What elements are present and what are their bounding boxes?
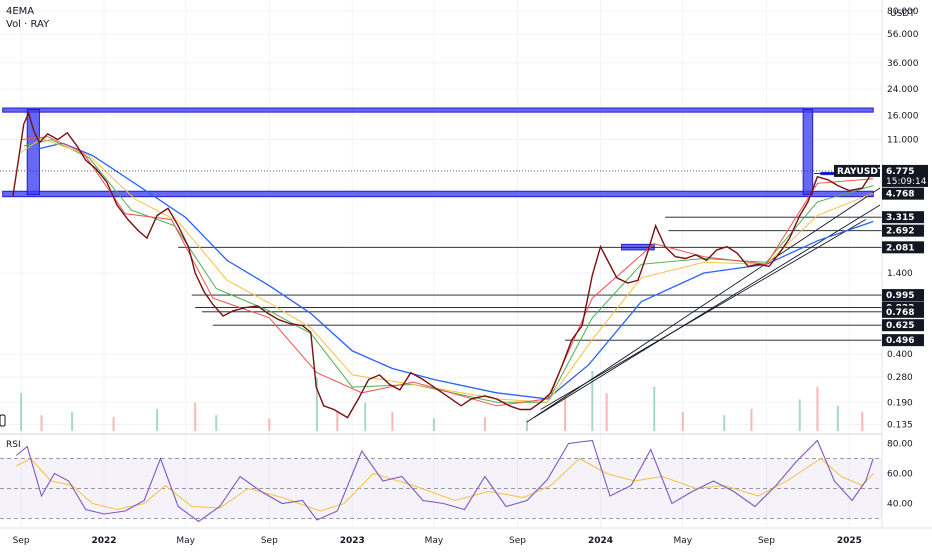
volume-bar <box>836 405 839 431</box>
time-axis-label: Sep <box>758 536 775 546</box>
rsi-axis-label: 60.00 <box>887 470 913 480</box>
time-axis-label: 2024 <box>588 536 613 546</box>
volume-bar <box>723 415 726 431</box>
volume-bar <box>483 417 486 431</box>
price-tag-label: 0.496 <box>886 336 914 346</box>
time-axis-label: Sep <box>13 536 30 546</box>
time-axis-label: 2025 <box>837 536 862 546</box>
volume-bar <box>816 386 819 431</box>
price-tag-label: 2.692 <box>886 227 914 237</box>
price-axis-label: 0.280 <box>887 373 913 383</box>
volume-bar <box>564 396 567 431</box>
indicator-label[interactable]: 4EMA <box>6 6 34 17</box>
time-axis-label: Sep <box>261 536 278 546</box>
volume-bar <box>605 393 608 431</box>
price-axis-label: 56.000 <box>887 30 919 40</box>
volume-bar <box>215 415 218 431</box>
volume-bar <box>20 393 23 431</box>
time-axis-label: May <box>176 536 195 546</box>
time-axis-label: May <box>425 536 444 546</box>
volume-bar <box>391 412 394 431</box>
price-axis-label: 1.400 <box>887 269 913 279</box>
volume-bar <box>681 412 684 431</box>
volume-bar <box>156 408 159 431</box>
price-axis-label: 0.400 <box>887 350 913 360</box>
rsi-axis-label: 40.00 <box>887 500 913 510</box>
price-axis-label: 36.000 <box>887 59 919 69</box>
symbol-tag-label: RAYUSDT <box>837 167 885 177</box>
trading-chart[interactable]: 80.000 56.000 36.000 24.000 16.000 11.000 1.40… <box>0 0 932 550</box>
volume-bar <box>40 415 43 431</box>
price-tag-label: 3.315 <box>886 213 914 223</box>
price-tag-label: 2.081 <box>886 243 914 253</box>
volume-bar <box>336 412 339 431</box>
volume-bar <box>432 418 435 431</box>
volume-bar <box>194 402 197 431</box>
volume-bar <box>112 417 115 431</box>
volume-label[interactable]: Vol · RAY <box>6 19 50 30</box>
time-axis-label: Sep <box>509 536 526 546</box>
price-axis-label: 0.190 <box>887 398 913 408</box>
price-tag-label: 0.995 <box>886 291 914 301</box>
zone-rect <box>2 190 874 198</box>
time-axis-label: May <box>673 536 692 546</box>
rsi-label[interactable]: RSI <box>6 440 21 450</box>
zone-rect <box>2 107 874 113</box>
volume-bar <box>861 412 864 431</box>
time-axis-label: 2022 <box>92 536 117 546</box>
price-tag-label: 4.768 <box>886 190 914 200</box>
rsi-axis-label: 80.00 <box>887 440 913 450</box>
price-axis-label: 16.000 <box>887 111 919 121</box>
volume-bar <box>750 408 753 431</box>
price-axis-label: 24.000 <box>887 85 919 95</box>
price-tag-label: 0.625 <box>886 321 914 331</box>
volume-bar <box>798 399 801 431</box>
zone-rect <box>26 108 40 196</box>
price-axis-label: 11.000 <box>887 136 919 146</box>
volume-bar <box>653 386 656 431</box>
price-chart-svg[interactable]: 80.00056.00036.00024.00016.00011.0001.40… <box>0 0 932 550</box>
currency-label[interactable]: USDT <box>890 9 915 19</box>
volume-bar <box>268 418 271 431</box>
current-price-label: 6.775 <box>886 167 914 177</box>
price-axis-label: 0.135 <box>887 420 913 430</box>
volume-bar <box>364 402 367 431</box>
zone-rect <box>802 108 814 196</box>
volume-bar <box>71 412 74 431</box>
price-tag-label: 0.768 <box>886 308 914 318</box>
time-axis-label: 2023 <box>340 536 365 546</box>
candle-countdown: 15:09:14 <box>886 177 927 187</box>
